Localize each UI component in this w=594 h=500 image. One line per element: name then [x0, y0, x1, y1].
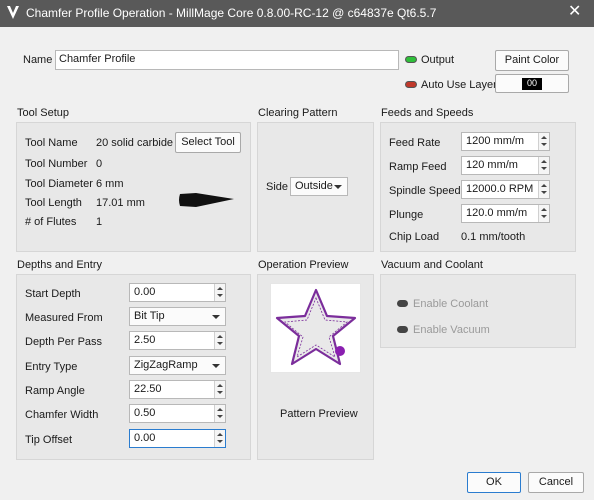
chevron-down-icon: [212, 315, 220, 319]
tool-diameter-label: Tool Diameter: [25, 178, 93, 190]
output-indicator-icon[interactable]: [405, 56, 417, 63]
vacuum-coolant-panel: [380, 274, 576, 348]
cancel-button[interactable]: Cancel: [528, 472, 584, 493]
clearing-pattern-title: Clearing Pattern: [258, 107, 338, 119]
measured-from-label: Measured From: [25, 312, 103, 324]
chamfer-width-value: 0.50: [134, 407, 156, 419]
pattern-preview-canvas: [270, 283, 361, 373]
plunge-value: 120.0 mm/m: [466, 207, 528, 219]
spin-arrows-icon[interactable]: [538, 133, 549, 150]
depth-per-pass-input[interactable]: 2.50: [129, 331, 226, 350]
spin-arrows-icon[interactable]: [214, 332, 225, 349]
side-label: Side: [266, 181, 289, 193]
tool-setup-title: Tool Setup: [17, 107, 69, 119]
operation-preview-title: Operation Preview: [258, 259, 349, 271]
tip-offset-input[interactable]: 0.00: [129, 429, 226, 448]
ramp-angle-value: 22.50: [134, 383, 162, 395]
spin-arrows-icon[interactable]: [214, 284, 225, 301]
paint-color-button[interactable]: Paint Color: [495, 50, 569, 71]
depth-per-pass-label: Depth Per Pass: [25, 336, 103, 348]
tool-length-label: Tool Length: [25, 197, 82, 209]
spin-arrows-icon[interactable]: [214, 405, 225, 422]
spin-arrows-icon[interactable]: [214, 430, 225, 447]
ramp-feed-value: 120 mm/m: [466, 159, 518, 171]
name-input[interactable]: Chamfer Profile: [55, 50, 399, 70]
spin-arrows-icon[interactable]: [538, 205, 549, 222]
pattern-preview-caption: Pattern Preview: [280, 408, 358, 420]
entry-type-combo[interactable]: ZigZagRamp: [129, 356, 226, 375]
measured-from-combo[interactable]: Bit Tip: [129, 307, 226, 326]
spin-arrows-icon[interactable]: [214, 381, 225, 398]
close-icon[interactable]: ✕: [568, 3, 581, 21]
tip-offset-value: 0.00: [134, 432, 156, 444]
output-label[interactable]: Output: [421, 54, 454, 66]
depth-per-pass-value: 2.50: [134, 334, 156, 346]
enable-vacuum-label[interactable]: Enable Vacuum: [413, 324, 490, 336]
entry-type-label: Entry Type: [25, 361, 78, 373]
chevron-down-icon: [212, 364, 220, 368]
layer-color-chip: 00: [522, 78, 542, 90]
enable-coolant-label[interactable]: Enable Coolant: [413, 298, 488, 310]
spindle-speed-input[interactable]: 12000.0 RPM: [461, 180, 550, 199]
feeds-speeds-title: Feeds and Speeds: [381, 107, 474, 119]
spin-arrows-icon[interactable]: [538, 181, 549, 198]
feed-rate-value: 1200 mm/m: [466, 135, 525, 147]
spin-arrows-icon[interactable]: [538, 157, 549, 174]
tool-name-label: Tool Name: [25, 137, 78, 149]
chip-load-label: Chip Load: [389, 231, 440, 243]
tool-diameter-value: 6 mm: [96, 178, 124, 190]
ramp-angle-input[interactable]: 22.50: [129, 380, 226, 399]
ok-button[interactable]: OK: [467, 472, 521, 493]
vacuum-toggle-icon[interactable]: [397, 326, 408, 333]
coolant-toggle-icon[interactable]: [397, 300, 408, 307]
auto-use-layer-label[interactable]: Auto Use Layer: [421, 79, 497, 91]
select-tool-button[interactable]: Select Tool: [175, 132, 241, 153]
tip-offset-label: Tip Offset: [25, 434, 73, 446]
tool-number-label: Tool Number: [25, 158, 88, 170]
spindle-speed-label: Spindle Speed: [389, 185, 461, 197]
millmage-logo-icon: [7, 6, 19, 19]
start-depth-label: Start Depth: [25, 288, 81, 300]
entry-type-value: ZigZagRamp: [134, 359, 198, 371]
layer-select-button[interactable]: 00: [495, 74, 569, 93]
chip-load-value: 0.1 mm/tooth: [461, 231, 526, 243]
tool-name-value: 20 solid carbide: [96, 137, 174, 149]
chevron-down-icon: [334, 185, 342, 189]
tool-number-value: 0: [96, 158, 103, 170]
measured-from-value: Bit Tip: [134, 310, 165, 322]
flutes-value: 1: [96, 216, 103, 228]
vacuum-coolant-title: Vacuum and Coolant: [381, 259, 483, 271]
name-label: Name: [23, 54, 53, 66]
chamfer-width-label: Chamfer Width: [25, 409, 99, 421]
plunge-input[interactable]: 120.0 mm/m: [461, 204, 550, 223]
side-combo-value: Outside: [295, 180, 333, 192]
ramp-feed-label: Ramp Feed: [389, 161, 447, 173]
auto-use-layer-indicator-icon[interactable]: [405, 81, 417, 88]
ramp-feed-input[interactable]: 120 mm/m: [461, 156, 550, 175]
tool-length-value: 17.01 mm: [96, 197, 145, 209]
ramp-angle-label: Ramp Angle: [25, 385, 85, 397]
start-depth-value: 0.00: [134, 286, 156, 298]
feed-rate-input[interactable]: 1200 mm/m: [461, 132, 550, 151]
spindle-speed-value: 12000.0 RPM: [466, 183, 534, 195]
flutes-label: # of Flutes: [25, 216, 77, 228]
side-combo[interactable]: Outside: [290, 177, 348, 196]
chamfer-width-input[interactable]: 0.50: [129, 404, 226, 423]
title-bar: Chamfer Profile Operation - MillMage Cor…: [0, 0, 594, 27]
start-depth-input[interactable]: 0.00: [129, 283, 226, 302]
chamfer-bit-icon: [179, 193, 234, 207]
star-preview-icon: [275, 288, 357, 366]
window-title: Chamfer Profile Operation - MillMage Cor…: [26, 6, 437, 20]
plunge-label: Plunge: [389, 209, 424, 221]
feed-rate-label: Feed Rate: [389, 137, 441, 149]
depths-entry-title: Depths and Entry: [17, 259, 102, 271]
